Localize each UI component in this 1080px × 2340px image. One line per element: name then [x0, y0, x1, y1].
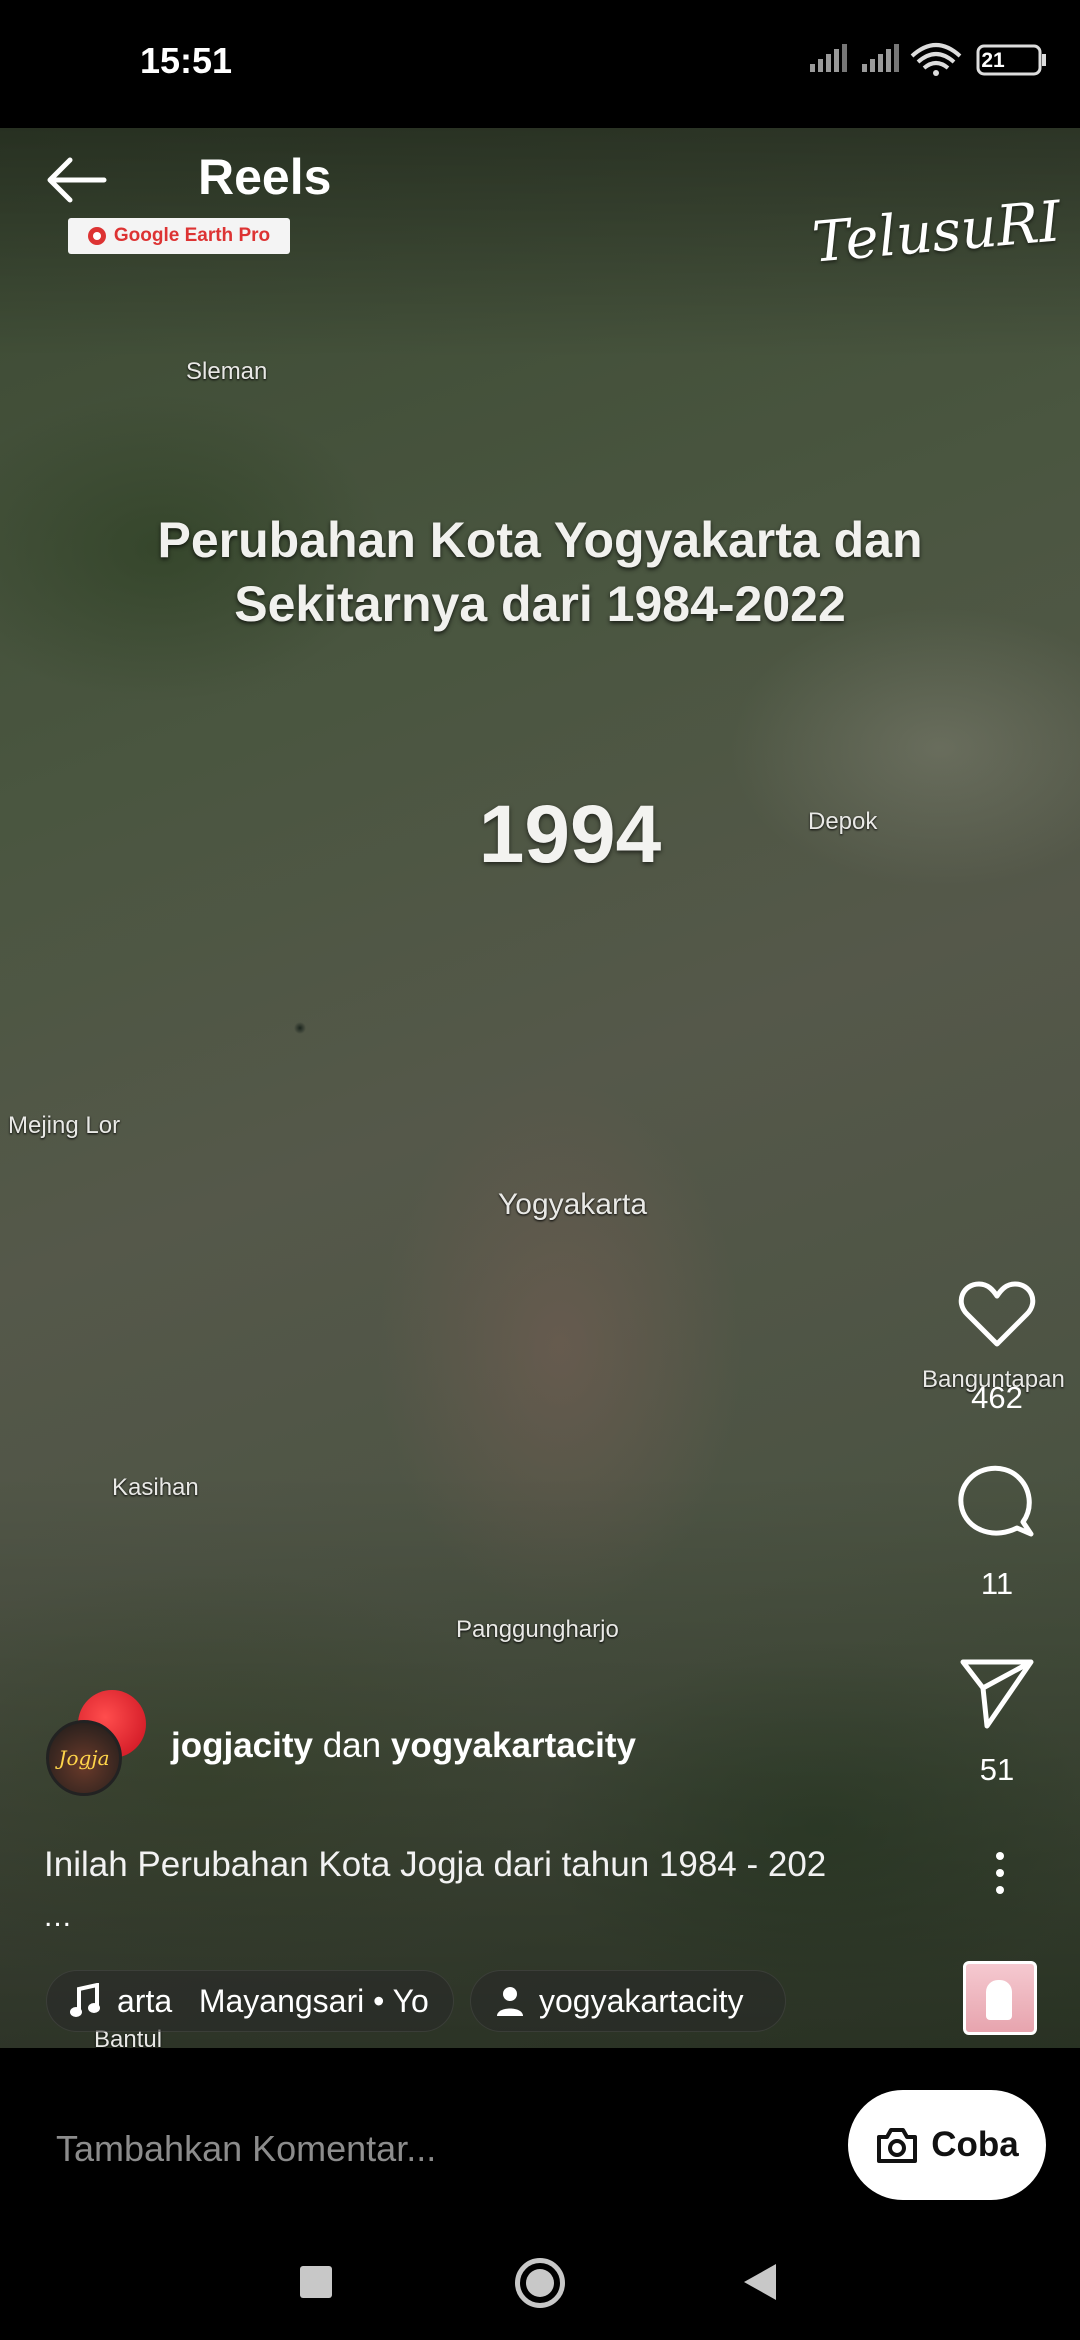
system-nav-bar [0, 2248, 1080, 2340]
home-dot [526, 2269, 554, 2297]
avatar-primary[interactable]: Jogja [46, 1720, 122, 1796]
back-triangle-icon[interactable] [742, 2262, 778, 2302]
more-vertical-icon [996, 1852, 1004, 1894]
more-options-button[interactable] [985, 1848, 1015, 1898]
audio-label: arta Mayangsari • Yo [117, 1982, 429, 2019]
author-1[interactable]: jogjacity [171, 1726, 313, 1765]
page-title: Reels [198, 149, 332, 205]
video-year: 1994 [478, 789, 662, 880]
camera-icon [877, 2128, 918, 2163]
map-label-yogyakarta: Yogyakarta [498, 1188, 648, 1221]
like-count: 462 [971, 1380, 1023, 1415]
send-plane-icon [960, 1659, 1034, 1729]
share-count: 51 [979, 1752, 1015, 1787]
comment-input[interactable]: Tambahkan Komentar... [56, 2128, 436, 2170]
status-icons [810, 36, 1080, 86]
video-title-line2: Sekitarnya dari 1984-2022 [234, 576, 846, 632]
video-title: Perubahan Kota Yogyakarta dan Sekitarnya… [0, 508, 1080, 636]
home-button[interactable] [515, 2258, 565, 2308]
author-row[interactable]: Jogja jogjacity dan yogyakartacity [46, 1690, 746, 1796]
reels-header: Reels [0, 130, 1080, 230]
person-icon [497, 1987, 523, 2016]
post-caption[interactable]: Inilah Perubahan Kota Jogja dari tahun 1… [44, 1845, 826, 1885]
back-button[interactable] [40, 150, 120, 210]
comment-button[interactable] [957, 1462, 1037, 1542]
audio-thumbnail[interactable] [963, 1961, 1037, 2035]
comment-bubble-icon [958, 1465, 1034, 1537]
caption-more[interactable]: ... [44, 1900, 72, 1934]
heart-icon [958, 1281, 1036, 1347]
music-note-icon [70, 1983, 100, 2017]
share-button[interactable] [957, 1654, 1037, 1730]
status-time: 15:51 [140, 40, 233, 81]
arrow-left-icon [47, 157, 107, 203]
comment-count: 11 [980, 1566, 1014, 1601]
try-camera-button[interactable]: Coba [848, 2090, 1046, 2200]
author-connector: dan [322, 1726, 382, 1765]
map-label-mejing: Mejing Lor [8, 1112, 121, 1139]
audio-pill[interactable]: arta Mayangsari • Yo [46, 1970, 454, 2032]
recents-button[interactable] [300, 2266, 332, 2298]
video-title-line1: Perubahan Kota Yogyakarta dan [157, 512, 923, 568]
try-label: Coba [931, 2125, 1019, 2164]
comment-bar: Tambahkan Komentar... Coba [0, 2048, 1080, 2248]
author-2[interactable]: yogyakartacity [391, 1726, 636, 1765]
map-label-sleman: Sleman [186, 358, 268, 385]
map-label-kasihan: Kasihan [112, 1474, 199, 1501]
author-names[interactable]: jogjacity dan yogyakartacity [171, 1726, 636, 1766]
map-label-panggungharjo: Panggungharjo [456, 1616, 619, 1643]
battery-level: 21 [981, 49, 1005, 72]
signal-wifi-battery-icon [810, 43, 1046, 76]
tagged-user-pill[interactable]: yogyakartacity [470, 1970, 786, 2032]
avatar-text: Jogja [58, 1746, 110, 1770]
like-button[interactable] [957, 1278, 1037, 1350]
status-bar: 15:51 21 [0, 0, 1080, 128]
tagged-user-label: yogyakartacity [539, 1982, 744, 2019]
